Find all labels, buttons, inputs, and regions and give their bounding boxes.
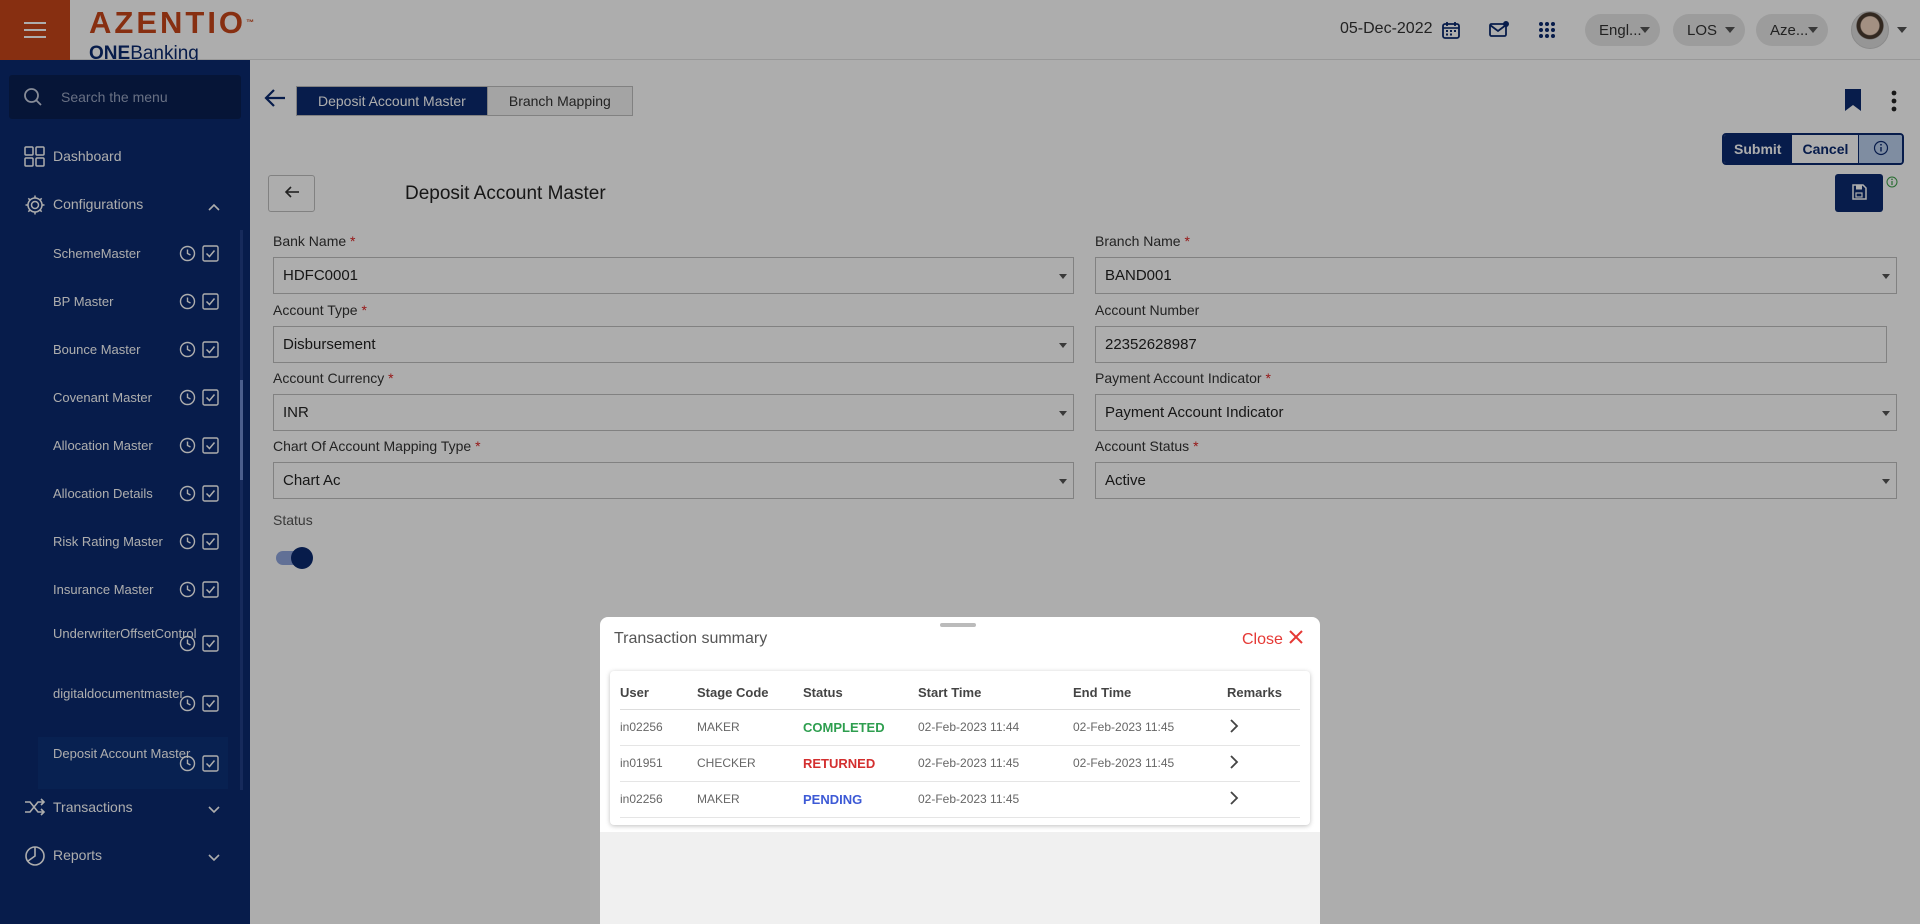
cell-remarks bbox=[1227, 745, 1300, 782]
close-button[interactable]: Close bbox=[1242, 630, 1303, 649]
cell-stage-code: CHECKER bbox=[697, 745, 803, 782]
close-icon bbox=[1289, 630, 1303, 649]
cell-remarks bbox=[1227, 781, 1300, 818]
cell-status: RETURNED bbox=[803, 745, 918, 782]
column-header: Start Time bbox=[918, 677, 1073, 710]
cell-status: PENDING bbox=[803, 781, 918, 818]
panel-footer-area bbox=[600, 832, 1320, 924]
cell-user: in02256 bbox=[620, 781, 697, 818]
cell-user: in02256 bbox=[620, 709, 697, 746]
table-row[interactable]: in02256 MAKER COMPLETED 02-Feb-2023 11:44 02… bbox=[620, 709, 1300, 746]
cell-start-time: 02-Feb-2023 11:45 bbox=[918, 781, 1073, 818]
cell-user: in01951 bbox=[620, 745, 697, 782]
column-header: Remarks bbox=[1227, 677, 1300, 710]
chevron-right-icon[interactable] bbox=[1229, 718, 1239, 737]
column-header: User bbox=[620, 677, 697, 710]
drag-handle[interactable] bbox=[940, 623, 976, 627]
close-label: Close bbox=[1242, 630, 1283, 648]
transaction-table: User Stage Code Status Start Time End Ti… bbox=[620, 677, 1300, 818]
transaction-table-card: User Stage Code Status Start Time End Ti… bbox=[610, 671, 1310, 825]
cell-remarks bbox=[1227, 709, 1300, 746]
chevron-right-icon[interactable] bbox=[1229, 754, 1239, 773]
column-header: Status bbox=[803, 677, 918, 710]
cell-end-time bbox=[1073, 781, 1227, 818]
cell-stage-code: MAKER bbox=[697, 709, 803, 746]
cell-status: COMPLETED bbox=[803, 709, 918, 746]
modal-backdrop[interactable] bbox=[0, 0, 1920, 612]
table-row[interactable]: in01951 CHECKER RETURNED 02-Feb-2023 11:45 0… bbox=[620, 745, 1300, 782]
cell-end-time: 02-Feb-2023 11:45 bbox=[1073, 709, 1227, 746]
cell-start-time: 02-Feb-2023 11:45 bbox=[918, 745, 1073, 782]
table-row[interactable]: in02256 MAKER PENDING 02-Feb-2023 11:45 bbox=[620, 781, 1300, 818]
cell-start-time: 02-Feb-2023 11:44 bbox=[918, 709, 1073, 746]
table-header-row: User Stage Code Status Start Time End Ti… bbox=[620, 677, 1300, 710]
cell-stage-code: MAKER bbox=[697, 781, 803, 818]
chevron-right-icon[interactable] bbox=[1229, 790, 1239, 809]
cell-end-time: 02-Feb-2023 11:45 bbox=[1073, 745, 1227, 782]
modal-title: Transaction summary bbox=[614, 630, 768, 647]
column-header: Stage Code bbox=[697, 677, 803, 710]
column-header: End Time bbox=[1073, 677, 1227, 710]
